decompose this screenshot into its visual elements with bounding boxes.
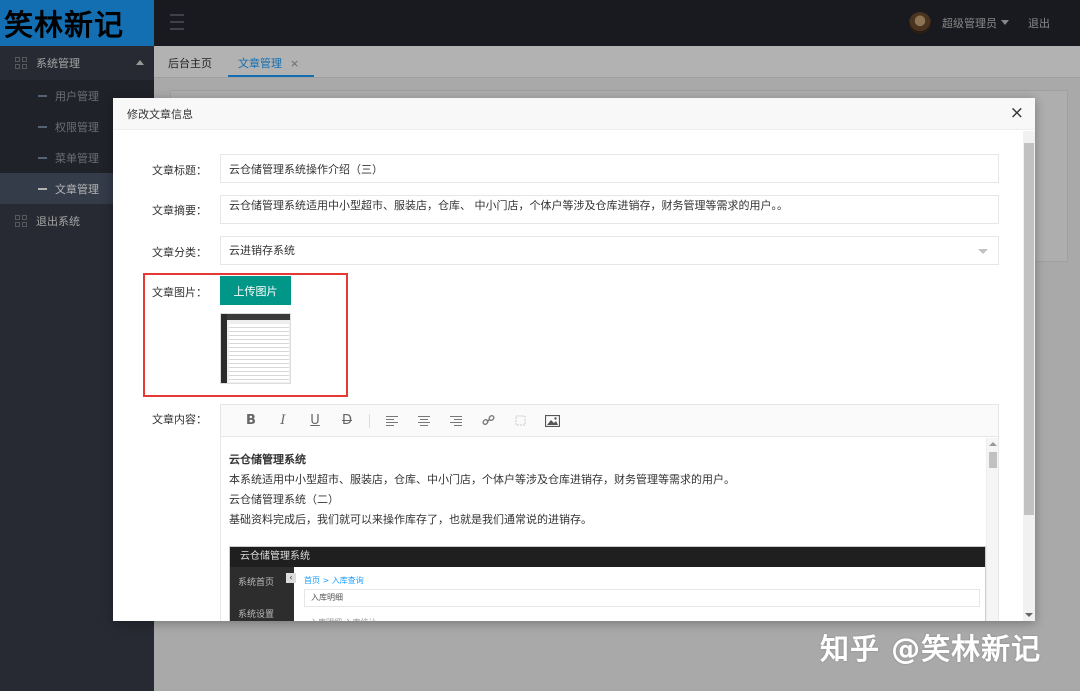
embedded-sidebar: 系统首页 系统设置 — [230, 567, 294, 621]
embedded-breadcrumb: 首页 > 入库查询 — [304, 576, 364, 585]
editor-content[interactable]: 云仓储管理系统 本系统适用中小型超市、服装店，仓库、中小门店，个体户等涉及仓库进… — [221, 438, 986, 621]
content-paragraph: 云仓储管理系统（二） — [229, 493, 339, 506]
summary-label: 文章摘要： — [152, 204, 207, 217]
link-icon[interactable] — [472, 411, 504, 431]
strikethrough-button[interactable]: D — [331, 411, 363, 431]
embedded-tabs: 入库明细 入库统计 — [310, 613, 377, 621]
category-selected-value: 云进销存系统 — [229, 244, 295, 257]
title-label: 文章标题： — [152, 164, 207, 177]
category-select[interactable]: 云进销存系统 — [220, 236, 999, 265]
align-left-icon[interactable] — [376, 411, 408, 431]
embedded-screenshot: 云仓储管理系统 系统首页 系统设置 ‹ 首页 > 入库查询 入库明细 入库明细 … — [229, 546, 986, 621]
modal-title: 修改文章信息 — [127, 107, 193, 121]
chevron-down-icon — [978, 249, 988, 254]
modal-scrollbar[interactable] — [1023, 131, 1035, 621]
editor-scrollbar[interactable] — [986, 438, 998, 621]
embedded-header: 云仓储管理系统 — [230, 547, 985, 567]
editor-toolbar: B I U D — [221, 405, 998, 437]
underline-button[interactable]: U — [299, 411, 331, 431]
scrollbar-thumb[interactable] — [1024, 143, 1034, 515]
highlight-annotation — [143, 273, 348, 397]
chevron-left-icon: ‹ — [286, 573, 296, 583]
category-label: 文章分类： — [152, 246, 207, 259]
unlink-icon[interactable] — [504, 411, 536, 431]
embedded-panel-title: 入库明细 — [304, 589, 980, 607]
close-icon[interactable]: × — [1010, 105, 1024, 122]
scroll-up-icon[interactable] — [989, 442, 997, 446]
scrollbar-thumb[interactable] — [989, 452, 997, 468]
align-center-icon[interactable] — [408, 411, 440, 431]
modal-header: 修改文章信息 — [113, 98, 1035, 130]
embedded-side-item: 系统设置 — [238, 610, 275, 620]
content-heading: 云仓储管理系统 — [229, 453, 306, 466]
content-label: 文章内容： — [152, 413, 207, 426]
italic-button[interactable]: I — [267, 411, 299, 431]
bold-button[interactable]: B — [235, 411, 267, 431]
embedded-side-item: 系统首页 — [238, 578, 275, 588]
toolbar-divider — [369, 413, 370, 428]
align-right-icon[interactable] — [440, 411, 472, 431]
title-input[interactable] — [220, 154, 999, 183]
watermark: 知乎 @笑林新记 — [820, 632, 1042, 666]
scroll-down-icon[interactable] — [1025, 613, 1033, 617]
summary-textarea[interactable]: 云仓储管理系统适用中小型超市、服装店，仓库、 中小门店，个体户等涉及仓库进销存，… — [220, 195, 999, 224]
content-paragraph: 本系统适用中小型超市、服装店，仓库、中小门店，个体户等涉及仓库进销存，财务管理等… — [229, 473, 735, 486]
edit-article-modal: 修改文章信息 × 文章标题： 文章摘要： 云仓储管理系统适用中小型超市、服装店，… — [113, 98, 1035, 621]
image-icon[interactable] — [536, 411, 568, 431]
rich-text-editor: B I U D 云仓储管理系统 本系统适用中小型超市、服装店，仓库、中小门店，个… — [220, 404, 999, 621]
content-paragraph: 基础资料完成后，我们就可以来操作库存了，也就是我们通常说的进销存。 — [229, 513, 592, 526]
